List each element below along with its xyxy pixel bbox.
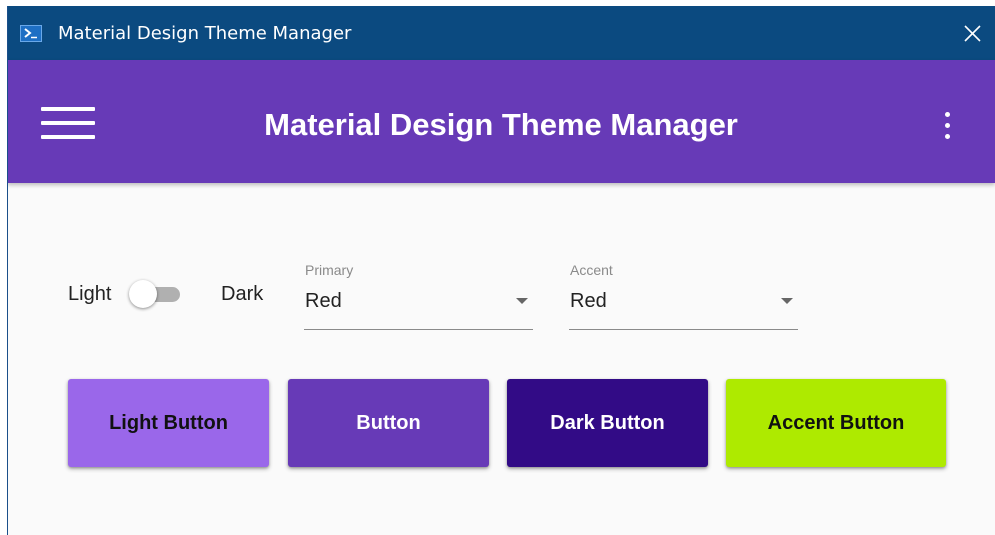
primary-value: Red [305, 290, 342, 312]
primary-underline [304, 329, 533, 330]
window-title: Material Design Theme Manager [58, 23, 352, 44]
dropdown-arrow-icon [511, 295, 533, 307]
accent-caption: Accent [570, 262, 613, 278]
toggle-thumb [129, 280, 157, 308]
accent-underline [569, 329, 798, 330]
accent-button[interactable]: Accent Button [726, 379, 946, 467]
light-button[interactable]: Light Button [68, 379, 269, 467]
theme-toggle-switch[interactable] [125, 279, 191, 309]
dark-button[interactable]: Dark Button [507, 379, 708, 467]
primary-button[interactable]: Button [288, 379, 489, 467]
primary-caption: Primary [305, 262, 354, 278]
toggle-light-label: Light [68, 283, 112, 305]
dropdown-arrow-icon [776, 295, 798, 307]
close-button[interactable] [949, 6, 995, 60]
app-bar: Material Design Theme Manager [7, 60, 995, 183]
app-window: Material Design Theme Manager Material D… [7, 6, 995, 535]
primary-color-select[interactable]: Primary Red [304, 262, 533, 330]
toggle-dark-label: Dark [221, 283, 264, 305]
more-vertical-icon[interactable] [933, 106, 961, 146]
accent-color-select[interactable]: Accent Red [569, 262, 798, 330]
close-icon [964, 25, 981, 42]
accent-value: Red [570, 290, 607, 312]
appbar-title: Material Design Theme Manager [264, 107, 738, 142]
powershell-icon [20, 25, 42, 42]
title-bar: Material Design Theme Manager [7, 6, 995, 60]
